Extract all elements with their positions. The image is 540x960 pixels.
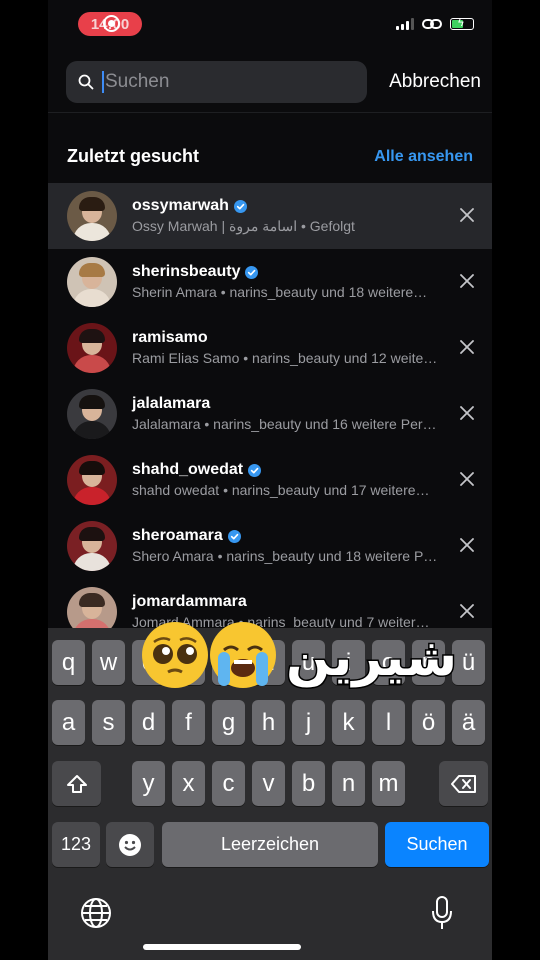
- username-row: jomardammara: [132, 593, 247, 611]
- space-key[interactable]: Leerzeichen: [162, 822, 378, 867]
- link-icon: [422, 19, 442, 29]
- username-row: shahd_owedat: [132, 461, 262, 479]
- username: jomardammara: [132, 593, 247, 610]
- key-a[interactable]: a: [52, 700, 85, 745]
- key-c[interactable]: c: [212, 761, 245, 806]
- verified-badge-icon: [233, 199, 247, 213]
- username-row: ossymarwah: [132, 197, 247, 215]
- user-subtitle: Jalalamara • narins_beauty und 16 weiter…: [132, 416, 437, 432]
- see-all-link[interactable]: Alle ansehen: [374, 148, 473, 166]
- key-l[interactable]: l: [372, 700, 405, 745]
- emoji-key[interactable]: [106, 822, 154, 867]
- username: ramisamo: [132, 329, 208, 346]
- overlay-arabic-text: شيرين: [284, 627, 458, 690]
- remove-icon[interactable]: [460, 274, 474, 288]
- divider: [48, 112, 492, 113]
- verified-badge-icon: [227, 529, 241, 543]
- globe-icon[interactable]: [80, 897, 112, 929]
- crying-face-emoji: [210, 622, 276, 688]
- list-item[interactable]: sherinsbeauty Sherin Amara • narins_beau…: [48, 249, 492, 315]
- key-d[interactable]: d: [132, 700, 165, 745]
- search-icon: [78, 74, 94, 90]
- search-row: Abbrechen: [66, 61, 481, 103]
- numbers-key[interactable]: 123: [52, 822, 100, 867]
- remove-icon[interactable]: [460, 406, 474, 420]
- key-w[interactable]: w: [92, 640, 125, 685]
- shift-icon: [66, 774, 87, 793]
- list-item[interactable]: ossymarwah Ossy Marwah | اسامة مروة • Ge…: [48, 183, 492, 249]
- list-item[interactable]: sheroamara Shero Amara • narins_beauty u…: [48, 513, 492, 579]
- shift-key[interactable]: [52, 761, 101, 806]
- remove-icon[interactable]: [460, 208, 474, 222]
- avatar[interactable]: [67, 191, 117, 241]
- microphone-icon[interactable]: [430, 895, 454, 931]
- username: sheroamara: [132, 527, 223, 544]
- user-subtitle: Rami Elias Samo • narins_beauty und 12 w…: [132, 350, 438, 366]
- remove-icon[interactable]: [460, 538, 474, 552]
- key-j[interactable]: j: [292, 700, 325, 745]
- username: sherinsbeauty: [132, 263, 241, 280]
- key-s[interactable]: s: [92, 700, 125, 745]
- text-cursor: [102, 71, 104, 93]
- verified-badge-icon: [248, 463, 262, 477]
- remove-icon[interactable]: [460, 340, 474, 354]
- key-x[interactable]: x: [172, 761, 205, 806]
- avatar[interactable]: [67, 389, 117, 439]
- key-f[interactable]: f: [172, 700, 205, 745]
- user-subtitle: Ossy Marwah | اسامة مروة • Gefolgt: [132, 218, 355, 234]
- username: ossymarwah: [132, 197, 229, 214]
- list-item[interactable]: ramisamo Rami Elias Samo • narins_beauty…: [48, 315, 492, 381]
- backspace-icon: [450, 774, 476, 793]
- username-row: jalalamara: [132, 395, 210, 413]
- avatar[interactable]: [67, 323, 117, 373]
- key-h[interactable]: h: [252, 700, 285, 745]
- key-q[interactable]: q: [52, 640, 85, 685]
- username: shahd_owedat: [132, 461, 244, 478]
- avatar[interactable]: [67, 521, 117, 571]
- status-bar: 14:00 ϟ: [48, 0, 492, 50]
- user-subtitle: Sherin Amara • narins_beauty und 18 weit…: [132, 284, 428, 300]
- verified-badge-icon: [245, 265, 259, 279]
- list-item[interactable]: jalalamara Jalalamara • narins_beauty un…: [48, 381, 492, 447]
- key-k[interactable]: k: [332, 700, 365, 745]
- username: jalalamara: [132, 395, 211, 412]
- username-row: sheroamara: [132, 527, 241, 545]
- user-subtitle: shahd owedat • narins_beauty und 17 weit…: [132, 482, 430, 498]
- key-ä[interactable]: ä: [452, 700, 485, 745]
- battery-icon: ϟ: [450, 17, 474, 30]
- key-ö[interactable]: ö: [412, 700, 445, 745]
- avatar[interactable]: [67, 455, 117, 505]
- search-input[interactable]: [105, 71, 335, 93]
- status-icons: ϟ: [396, 17, 474, 30]
- remove-icon[interactable]: [460, 472, 474, 486]
- emoji-icon: [119, 833, 141, 856]
- key-g[interactable]: g: [212, 700, 245, 745]
- record-icon: [103, 15, 120, 32]
- key-b[interactable]: b: [292, 761, 325, 806]
- username-row: sherinsbeauty: [132, 263, 259, 281]
- recent-search-list: ossymarwah Ossy Marwah | اسامة مروة • Ge…: [48, 183, 492, 645]
- key-n[interactable]: n: [332, 761, 365, 806]
- search-key[interactable]: Suchen: [385, 822, 489, 867]
- pleading-face-emoji: [142, 622, 208, 688]
- signal-icon: [396, 18, 414, 30]
- key-y[interactable]: y: [132, 761, 165, 806]
- key-m[interactable]: m: [372, 761, 405, 806]
- list-item[interactable]: shahd_owedat shahd owedat • narins_beaut…: [48, 447, 492, 513]
- avatar[interactable]: [67, 257, 117, 307]
- recent-header: Zuletzt gesucht Alle ansehen: [67, 146, 473, 167]
- home-indicator[interactable]: [143, 944, 301, 950]
- cancel-button[interactable]: Abbrechen: [389, 71, 481, 93]
- phone-screen: 14:00 ϟ Abbrechen Zuletzt gesucht Alle a…: [48, 0, 492, 960]
- remove-icon[interactable]: [460, 604, 474, 618]
- backspace-key[interactable]: [439, 761, 488, 806]
- search-field[interactable]: [66, 61, 367, 103]
- username-row: ramisamo: [132, 329, 208, 347]
- recent-title: Zuletzt gesucht: [67, 146, 200, 166]
- user-subtitle: Shero Amara • narins_beauty und 18 weite…: [132, 548, 438, 564]
- key-v[interactable]: v: [252, 761, 285, 806]
